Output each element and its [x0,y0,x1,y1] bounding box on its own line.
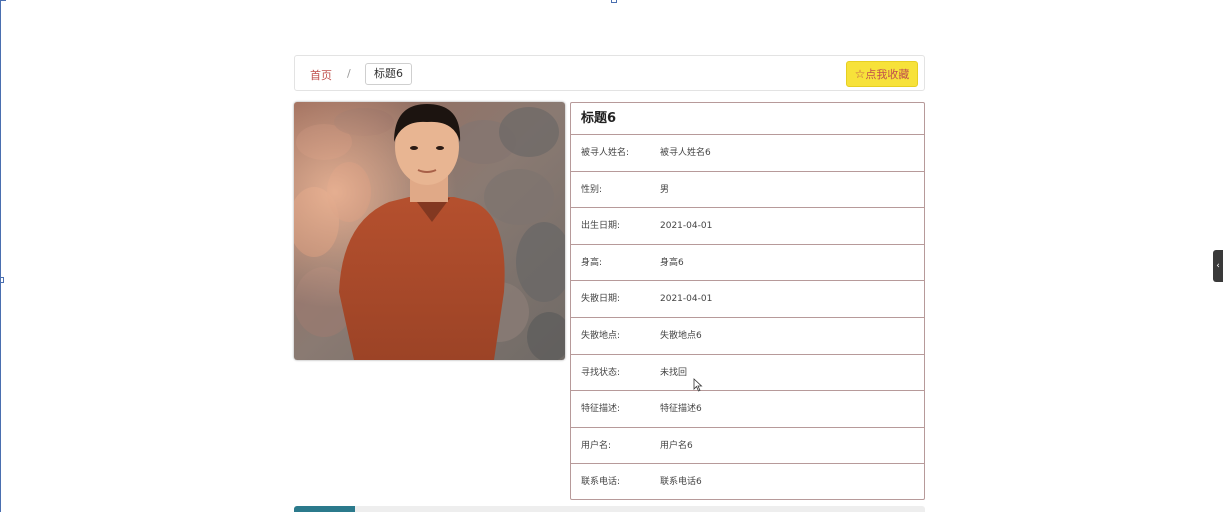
detail-value: 联系电话6 [660,477,702,488]
detail-label: 联系电话: [581,477,621,488]
detail-value: 被寻人姓名6 [660,148,711,158]
favorite-button-label: 点我收藏 [865,68,910,81]
mouse-cursor-icon [693,378,703,392]
detail-value: 身高6 [660,257,684,268]
window-frame-left [0,0,1,512]
detail-row: 联系电话: 联系电话6 [571,464,924,501]
detail-label: 身高: [581,257,603,268]
detail-row: 失散日期: 2021-04-01 [571,281,924,318]
detail-value: 2021-04-01 [660,294,713,305]
detail-label: 被寻人姓名: [581,148,630,158]
detail-row: 被寻人姓名: 被寻人姓名6 [571,135,924,172]
detail-value: 未找回 [660,367,688,378]
detail-label: 用户名: [581,440,612,451]
breadcrumb: 首页 / 标题6 ☆点我收藏 [294,55,925,91]
chevron-left-icon[interactable]: ‹ [1213,250,1223,282]
favorite-button[interactable]: ☆点我收藏 [846,61,918,87]
window-resize-handle-left[interactable] [0,277,4,283]
detail-label: 失散日期: [581,294,621,305]
detail-value: 男 [660,184,670,195]
detail-row: 用户名: 用户名6 [571,428,924,465]
detail-value: 特征描述6 [660,404,702,415]
detail-label: 失散地点: [581,330,621,341]
person-photo [294,102,565,360]
tab-active[interactable] [294,506,355,512]
detail-label: 出生日期: [581,221,621,232]
detail-label: 性别: [581,184,603,195]
detail-row: 出生日期: 2021-04-01 [571,208,924,245]
breadcrumb-home-link[interactable]: 首页 [310,67,332,83]
detail-panel: 标题6 被寻人姓名: 被寻人姓名6 性别: 男 出生日期: 2021-04-01… [570,102,925,500]
detail-row: 身高: 身高6 [571,245,924,282]
detail-label: 特征描述: [581,404,621,415]
window-resize-handle-top[interactable] [611,0,617,3]
breadcrumb-current: 标题6 [365,63,412,85]
breadcrumb-separator: / [347,67,351,80]
tab-bar [294,506,925,512]
star-outline-icon: ☆ [854,67,866,81]
detail-row: 寻找状态: 未找回 [571,355,924,392]
detail-row: 失散地点: 失散地点6 [571,318,924,355]
detail-label: 寻找状态: [581,367,621,378]
detail-row: 性别: 男 [571,172,924,209]
detail-value: 失散地点6 [660,330,702,341]
detail-value: 用户名6 [660,440,693,451]
detail-row: 特征描述: 特征描述6 [571,391,924,428]
window-frame-top [0,0,6,1]
detail-value: 2021-04-01 [660,221,713,232]
detail-title: 标题6 [571,103,924,135]
